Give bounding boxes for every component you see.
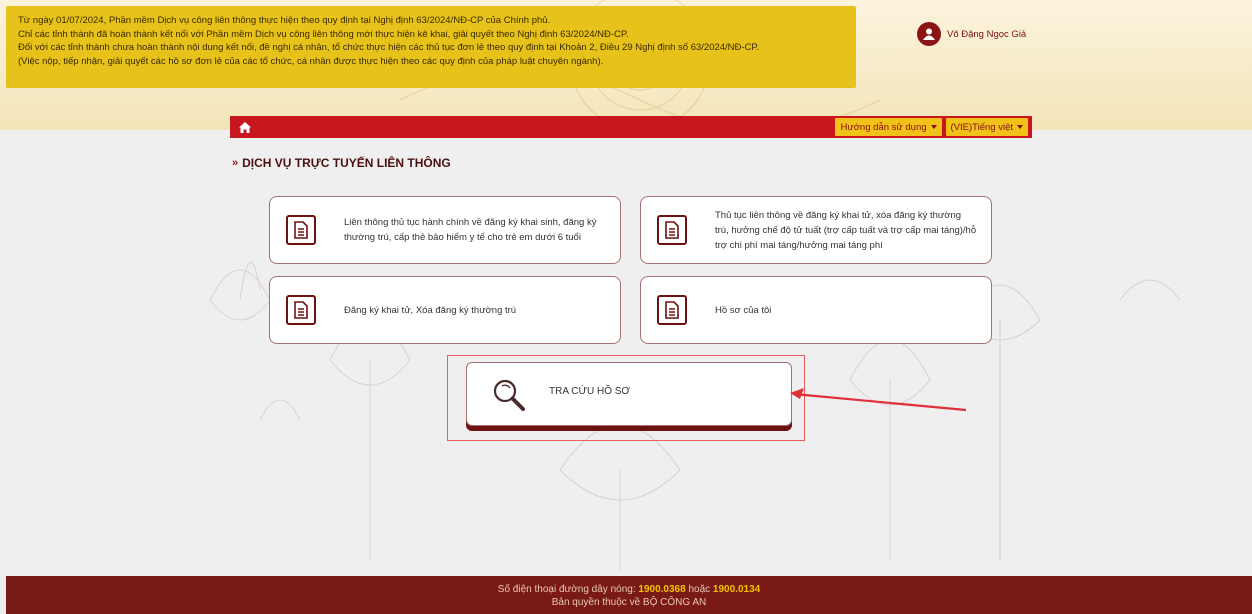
- language-label: (VIE)Tiếng việt: [950, 121, 1013, 133]
- notice-banner: Từ ngày 01/07/2024, Phần mềm Dịch vụ côn…: [6, 6, 856, 88]
- notice-line-4: (Việc nộp, tiếp nhận, giải quyết các hồ …: [18, 55, 604, 67]
- hotline-separator: hoặc: [688, 584, 711, 595]
- hotline-prefix: Số điện thoại đường dây nóng:: [497, 584, 636, 595]
- user-name[interactable]: Võ Đặng Ngọc Giả: [947, 29, 1026, 40]
- home-icon[interactable]: [230, 116, 260, 138]
- notice-line-1: Từ ngày 01/07/2024, Phần mềm Dịch vụ côn…: [18, 15, 551, 26]
- lookup-records-label: TRA CỨU HỒ SƠ: [549, 386, 631, 397]
- main-navbar: Hướng dẫn sử dụng (VIE)Tiếng việt: [230, 116, 1032, 138]
- section-title: » DỊCH VỤ TRỰC TUYẾN LIÊN THÔNG: [232, 156, 451, 170]
- notice-line-3: Đối với các tỉnh thành chưa hoàn thành n…: [18, 42, 760, 53]
- footer-hotline: Số điện thoại đường dây nóng: 1900.0368 …: [6, 583, 1252, 596]
- search-icon: [493, 379, 525, 411]
- service-card-label: Hồ sơ của tôi: [715, 304, 772, 316]
- service-card-birth-registration[interactable]: Liên thông thủ tục hành chính về đăng ký…: [269, 196, 621, 264]
- document-icon: [286, 215, 316, 245]
- document-icon: [286, 295, 316, 325]
- user-guide-dropdown[interactable]: Hướng dẫn sử dụng: [835, 118, 942, 136]
- user-avatar-icon[interactable]: [917, 22, 941, 46]
- language-dropdown[interactable]: (VIE)Tiếng việt: [945, 118, 1028, 136]
- service-card-label: Liên thông thủ tục hành chính về đăng ký…: [344, 217, 597, 243]
- footer-copyright: Bản quyền thuộc về BỘ CÔNG AN: [551, 597, 707, 608]
- document-icon: [657, 295, 687, 325]
- service-card-death-registration-benefits[interactable]: Thủ tục liên thông về đăng ký khai tử, x…: [640, 196, 992, 264]
- service-card-my-records[interactable]: Hồ sơ của tôi: [640, 276, 992, 344]
- footer: Số điện thoại đường dây nóng: 1900.0368 …: [6, 576, 1252, 614]
- service-card-death-registration[interactable]: Đăng ký khai tử, Xóa đăng ký thường trú: [269, 276, 621, 344]
- double-chevron-icon: »: [232, 157, 238, 169]
- service-card-label: Đăng ký khai tử, Xóa đăng ký thường trú: [344, 304, 517, 316]
- lookup-records-button[interactable]: TRA CỨU HỒ SƠ: [466, 362, 792, 426]
- user-menu[interactable]: Võ Đặng Ngọc Giả: [917, 22, 1026, 46]
- service-card-label: Thủ tục liên thông về đăng ký khai tử, x…: [715, 209, 977, 251]
- section-title-text: DỊCH VỤ TRỰC TUYẾN LIÊN THÔNG: [242, 156, 451, 170]
- chevron-down-icon: [1017, 125, 1023, 129]
- hotline-number-2[interactable]: 1900.0134: [713, 584, 760, 595]
- notice-line-2: Chỉ các tỉnh thành đã hoàn thành kết nối…: [18, 28, 629, 40]
- hotline-number-1[interactable]: 1900.0368: [638, 584, 685, 595]
- annotation-arrow-icon: [790, 388, 967, 412]
- document-icon: [657, 215, 687, 245]
- chevron-down-icon: [930, 125, 937, 129]
- user-guide-label: Hướng dẫn sử dụng: [840, 121, 927, 133]
